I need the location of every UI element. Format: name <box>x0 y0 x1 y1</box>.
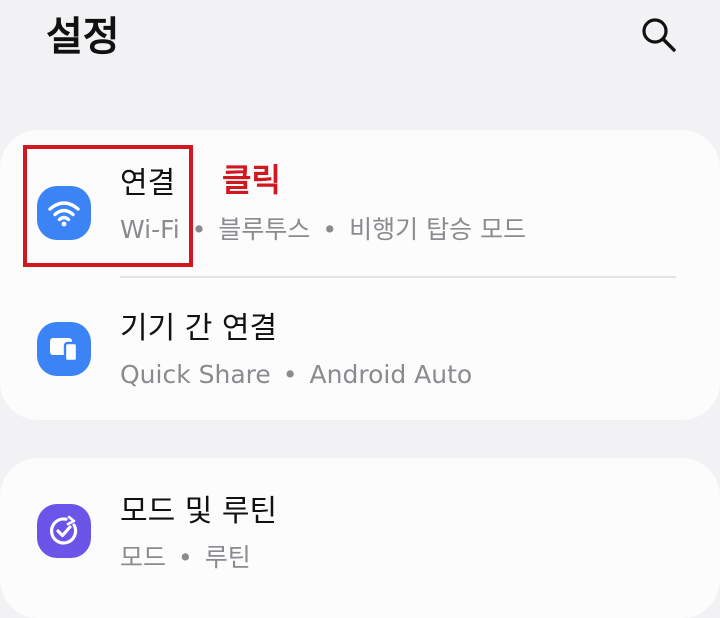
settings-item-modes-routines[interactable]: 모드 및 루틴 모드 • 루틴 <box>0 458 720 588</box>
page-title: 설정 <box>46 14 120 60</box>
item-subtitle: Wi-Fi • 블루투스 • 비행기 탑승 모드 <box>120 215 527 244</box>
settings-item-connections[interactable]: 연결 Wi-Fi • 블루투스 • 비행기 탑승 모드 <box>0 140 720 270</box>
settings-item-device-connections[interactable]: 기기 간 연결 Quick Share • Android Auto <box>0 280 720 410</box>
check-circle-icon <box>37 504 91 558</box>
annotation-click-label: 클릭 <box>222 161 281 199</box>
item-title: 모드 및 루틴 <box>120 494 278 529</box>
item-title: 연결 <box>120 166 176 201</box>
app-header: 설정 <box>0 0 720 100</box>
search-button[interactable] <box>636 12 682 58</box>
settings-card-modes: 모드 및 루틴 모드 • 루틴 <box>0 458 720 618</box>
search-icon <box>642 18 676 52</box>
item-subtitle: 모드 • 루틴 <box>120 543 251 572</box>
wifi-icon <box>37 186 91 240</box>
item-subtitle: Quick Share • Android Auto <box>120 360 473 389</box>
settings-card-connectivity: 연결 Wi-Fi • 블루투스 • 비행기 탑승 모드 기기 간 연결 Quick Sh… <box>0 130 720 420</box>
devices-icon <box>37 322 91 376</box>
item-title: 기기 간 연결 <box>120 311 278 346</box>
divider <box>120 276 676 278</box>
